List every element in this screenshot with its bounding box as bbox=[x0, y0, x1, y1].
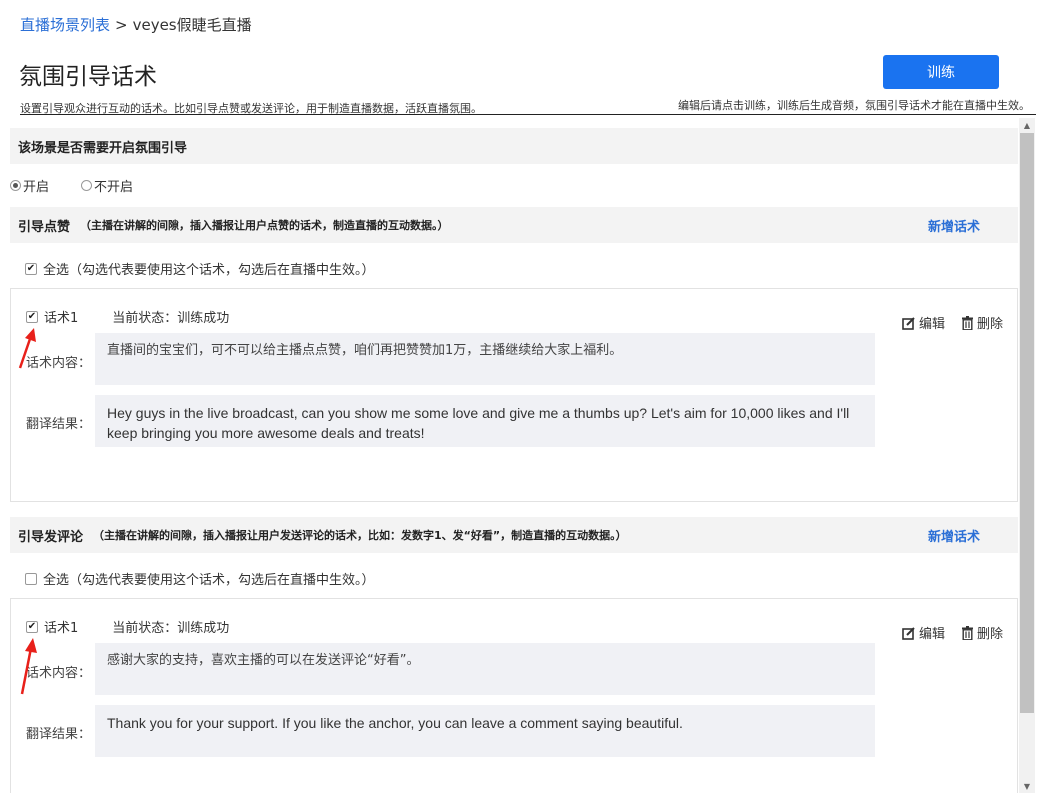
add-script-link-comment[interactable]: 新增话术 bbox=[928, 526, 980, 545]
atmosphere-question: 该场景是否需要开启氛围引导 bbox=[18, 140, 188, 156]
script-actions: 编辑 删除 bbox=[886, 623, 1003, 642]
translation-textarea[interactable]: Thank you for your support. If you like … bbox=[95, 705, 875, 757]
section-comment-title: 引导发评论 bbox=[18, 529, 84, 545]
trash-icon bbox=[961, 625, 973, 640]
scroll-thumb[interactable] bbox=[1020, 133, 1034, 713]
radio-off[interactable] bbox=[81, 180, 93, 191]
vertical-scrollbar[interactable]: ▲ ▼ bbox=[1019, 118, 1035, 793]
breadcrumb-scene-list-link[interactable]: 直播场景列表 bbox=[20, 16, 110, 34]
script-item-like-1: ✔ 话术1 当前状态：训练成功 编辑 删除 话术内容： 直播间的宝宝们，可不可以… bbox=[10, 288, 1018, 502]
radio-option-on[interactable]: 开启 bbox=[10, 176, 49, 195]
translation-label: 翻译结果： bbox=[26, 417, 92, 432]
translation-label: 翻译结果： bbox=[26, 727, 92, 742]
script-item-head: ✔ 话术1 当前状态：训练成功 bbox=[26, 307, 229, 326]
translation-textarea[interactable]: Hey guys in the live broadcast, can you … bbox=[95, 395, 875, 447]
content-textarea[interactable]: 感谢大家的支持，喜欢主播的可以在发送评论“好看”。 bbox=[95, 643, 875, 695]
select-all-comment-checkbox[interactable] bbox=[25, 572, 37, 585]
delete-label: 删除 bbox=[976, 627, 1003, 642]
atmosphere-question-bar: 该场景是否需要开启氛围引导 bbox=[10, 128, 1018, 164]
edit-label: 编辑 bbox=[918, 317, 945, 332]
add-script-link-like[interactable]: 新增话术 bbox=[928, 216, 980, 235]
script-checkbox[interactable]: ✔ bbox=[26, 310, 38, 323]
edit-label: 编辑 bbox=[918, 627, 945, 642]
scroll-up-arrow-icon[interactable]: ▲ bbox=[1019, 118, 1035, 132]
header-divider bbox=[20, 114, 1036, 115]
content-panel: 该场景是否需要开启氛围引导 开启 不开启 引导点赞 （主播在讲解的间隙，插入播报… bbox=[10, 118, 1018, 793]
script-checkbox[interactable]: ✔ bbox=[26, 620, 38, 633]
select-all-comment-label: 全选（勾选代表要使用这个话术，勾选后在直播中生效。） bbox=[43, 573, 375, 588]
edit-icon bbox=[902, 316, 915, 330]
select-all-like-label: 全选（勾选代表要使用这个话术，勾选后在直播中生效。） bbox=[43, 263, 375, 278]
atmosphere-radio-group: 开启 不开启 bbox=[10, 176, 165, 195]
script-actions: 编辑 删除 bbox=[886, 313, 1003, 332]
annotation-arrow-2 bbox=[20, 638, 37, 695]
delete-button[interactable]: 删除 bbox=[961, 623, 1003, 642]
trash-icon bbox=[961, 315, 973, 330]
radio-on-label: 开启 bbox=[23, 180, 50, 195]
edit-button[interactable]: 编辑 bbox=[902, 313, 945, 332]
breadcrumb-separator: > bbox=[115, 16, 128, 34]
train-button[interactable]: 训练 bbox=[883, 55, 999, 89]
radio-option-off[interactable]: 不开启 bbox=[81, 176, 133, 195]
radio-off-label: 不开启 bbox=[94, 180, 134, 195]
breadcrumb-current: veyes假睫毛直播 bbox=[132, 16, 252, 34]
annotation-arrow-1 bbox=[18, 328, 36, 369]
section-comment-note: （主播在讲解的间隙，插入播报让用户发送评论的话术，比如：发数字1、发“好看”，制… bbox=[93, 529, 627, 542]
script-item-head: ✔ 话术1 当前状态：训练成功 bbox=[26, 617, 229, 636]
section-comment-header: 引导发评论 （主播在讲解的间隙，插入播报让用户发送评论的话术，比如：发数字1、发… bbox=[10, 517, 1018, 553]
script-status: 当前状态：训练成功 bbox=[112, 621, 230, 636]
breadcrumb: 直播场景列表 > veyes假睫毛直播 bbox=[20, 14, 252, 35]
content-textarea[interactable]: 直播间的宝宝们，可不可以给主播点点赞，咱们再把赞赞加1万，主播继续给大家上福利。 bbox=[95, 333, 875, 385]
edit-button[interactable]: 编辑 bbox=[902, 623, 945, 642]
select-all-like[interactable]: ✔ 全选（勾选代表要使用这个话术，勾选后在直播中生效。） bbox=[25, 259, 375, 278]
section-like-note: （主播在讲解的间隙，插入播报让用户点赞的话术，制造直播的互动数据。） bbox=[80, 219, 449, 232]
script-item-comment-1: ✔ 话术1 当前状态：训练成功 编辑 删除 话术内容： 感谢大家的支持，喜欢主播… bbox=[10, 598, 1018, 793]
select-all-comment[interactable]: 全选（勾选代表要使用这个话术，勾选后在直播中生效。） bbox=[25, 569, 375, 588]
script-name: 话术1 bbox=[44, 311, 79, 326]
radio-on[interactable] bbox=[10, 180, 21, 191]
scroll-down-arrow-icon[interactable]: ▼ bbox=[1019, 779, 1035, 793]
select-all-like-checkbox[interactable]: ✔ bbox=[25, 262, 37, 275]
script-status: 当前状态：训练成功 bbox=[112, 311, 230, 326]
section-like-header: 引导点赞 （主播在讲解的间隙，插入播报让用户点赞的话术，制造直播的互动数据。） … bbox=[10, 207, 1018, 243]
train-hint: 编辑后请点击训练，训练后生成音频，氛围引导话术才能在直播中生效。 bbox=[678, 99, 1030, 112]
edit-icon bbox=[902, 626, 915, 640]
script-name: 话术1 bbox=[44, 621, 79, 636]
delete-label: 删除 bbox=[976, 317, 1003, 332]
section-like-title: 引导点赞 bbox=[18, 219, 71, 235]
delete-button[interactable]: 删除 bbox=[961, 313, 1003, 332]
page-title: 氛围引导话术 bbox=[19, 64, 157, 90]
